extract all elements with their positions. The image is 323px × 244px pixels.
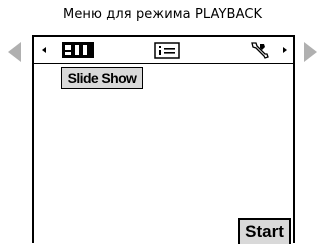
tab-scroll-right-icon[interactable] xyxy=(283,47,287,53)
camera-menu-screen: Slide Show Start xyxy=(32,35,295,244)
next-page-arrow-icon[interactable] xyxy=(304,42,317,62)
settings-wrench-icon[interactable] xyxy=(248,40,270,60)
slide-show-button[interactable]: Slide Show xyxy=(61,67,143,89)
menu-tab-bar xyxy=(34,37,293,64)
start-button[interactable]: Start xyxy=(238,218,291,244)
page-caption: Меню для режима PLAYBACK xyxy=(63,7,263,22)
info-list-icon[interactable] xyxy=(154,42,180,59)
playback-tab-icon[interactable] xyxy=(62,42,94,58)
tab-scroll-left-icon[interactable] xyxy=(42,47,46,53)
prev-page-arrow-icon[interactable] xyxy=(8,42,21,62)
